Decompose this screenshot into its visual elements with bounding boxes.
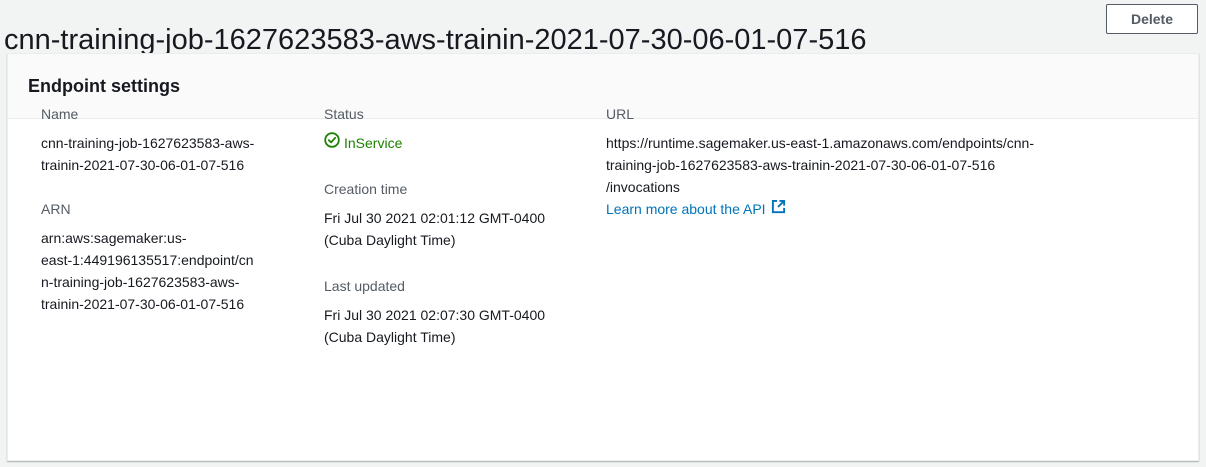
creation-time-field: Creation time Fri Jul 30 2021 02:01:12 G… bbox=[324, 178, 594, 251]
creation-time-line: (Cuba Daylight Time) bbox=[324, 232, 456, 248]
status-label: Status bbox=[324, 106, 364, 122]
status-value: InService bbox=[344, 135, 403, 151]
creation-time-label: Creation time bbox=[324, 181, 408, 197]
url-value-line: training-job-1627623583-aws-trainin-2021… bbox=[606, 157, 996, 173]
status-badge: InService bbox=[324, 132, 594, 154]
url-value-line: https://runtime.sagemaker.us-east-1.amaz… bbox=[606, 135, 1034, 151]
details-column-2: Status InService Creation time Fri Jul 3… bbox=[324, 103, 594, 370]
delete-button[interactable]: Delete bbox=[1106, 4, 1198, 34]
arn-value-line: arn:aws:sagemaker:us- bbox=[41, 230, 187, 246]
name-value-line: trainin-2021-07-30-06-01-07-516 bbox=[41, 157, 245, 173]
last-updated-label: Last updated bbox=[324, 278, 405, 294]
external-link-icon bbox=[771, 198, 786, 220]
arn-label: ARN bbox=[41, 201, 71, 217]
learn-more-label: Learn more about the API bbox=[606, 201, 766, 217]
last-updated-field: Last updated Fri Jul 30 2021 02:07:30 GM… bbox=[324, 275, 594, 348]
url-field: URL https://runtime.sagemaker.us-east-1.… bbox=[606, 103, 1126, 220]
url-label: URL bbox=[606, 106, 635, 122]
status-success-icon bbox=[324, 132, 340, 154]
name-label: Name bbox=[41, 106, 79, 122]
arn-value-line: n-training-job-1627623583-aws- bbox=[41, 274, 240, 290]
arn-value-line: trainin-2021-07-30-06-01-07-516 bbox=[41, 296, 245, 312]
arn-value-line: east-1:449196135517:endpoint/cn bbox=[41, 252, 254, 268]
learn-more-api-link[interactable]: Learn more about the API bbox=[606, 198, 786, 220]
name-field: Name cnn-training-job-1627623583-aws- tr… bbox=[41, 103, 311, 176]
last-updated-line: Fri Jul 30 2021 02:07:30 GMT-0400 bbox=[324, 307, 546, 323]
details-column-1: Name cnn-training-job-1627623583-aws- tr… bbox=[41, 103, 311, 337]
name-value-line: cnn-training-job-1627623583-aws- bbox=[41, 135, 255, 151]
status-field: Status InService bbox=[324, 103, 594, 154]
details-column-3: URL https://runtime.sagemaker.us-east-1.… bbox=[606, 103, 1126, 242]
creation-time-line: Fri Jul 30 2021 02:01:12 GMT-0400 bbox=[324, 210, 546, 226]
arn-field: ARN arn:aws:sagemaker:us- east-1:4491961… bbox=[41, 198, 311, 315]
url-value-line: /invocations bbox=[606, 179, 680, 195]
last-updated-line: (Cuba Daylight Time) bbox=[324, 329, 456, 345]
